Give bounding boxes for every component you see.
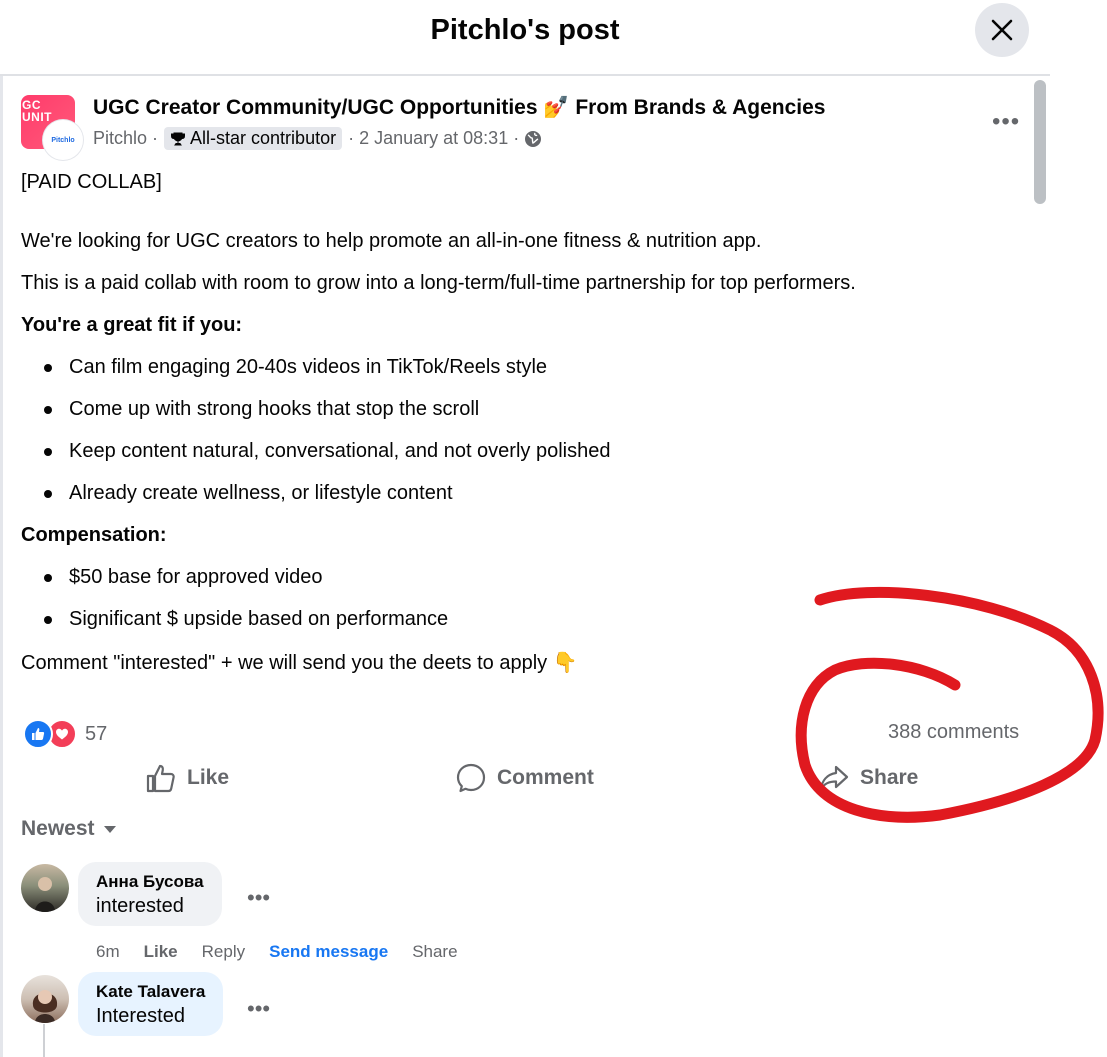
post-line: Comment "interested" + we will send you … [21, 652, 578, 674]
author-avatar[interactable]: Pitchlo [43, 120, 83, 160]
close-icon [991, 19, 1013, 41]
list-item: Already create wellness, or lifestyle co… [69, 482, 453, 504]
list-item: Come up with strong hooks that stop the … [69, 398, 480, 420]
bullet-dot [44, 448, 52, 456]
comment-time[interactable]: 6m [96, 942, 120, 962]
post-subheading: Compensation: [21, 524, 167, 546]
contributor-badge[interactable]: All-star contributor [164, 127, 343, 150]
comment-bubble: Kate Talavera Interested [78, 972, 224, 1036]
list-item: Can film engaging 20-40s videos in TikTo… [69, 356, 548, 378]
comment-sort-dropdown[interactable]: Newest [21, 817, 117, 841]
scrollbar-thumb[interactable] [1034, 80, 1046, 204]
bullet-dot [44, 490, 52, 498]
commenter-name[interactable]: Kate Talavera [96, 982, 205, 1002]
comment-reply-button[interactable]: Reply [202, 942, 245, 962]
comment-actions: 6m Like Reply Send message Share [96, 942, 458, 962]
close-button[interactable] [975, 3, 1029, 57]
dialog-header: Pitchlo's post [0, 0, 1050, 76]
reactions-summary[interactable]: 57 [23, 719, 107, 749]
list-item: Significant $ upside based on performanc… [69, 608, 449, 630]
comment-text: interested [96, 895, 184, 917]
group-name-link[interactable]: UGC Creator Community/UGC Opportunities … [93, 96, 825, 120]
bullet-dot [44, 574, 52, 582]
comment-options-button[interactable]: ••• [247, 885, 270, 911]
comment-options-button[interactable]: ••• [247, 996, 270, 1022]
reaction-count: 57 [85, 722, 108, 745]
comment-share-button[interactable]: Share [412, 942, 457, 962]
post-line: [PAID COLLAB] [21, 171, 162, 193]
comments-count-link[interactable]: 388 comments [888, 721, 1019, 744]
share-button[interactable]: Share [818, 760, 918, 796]
comment-bubble: Анна Бусова interested [78, 862, 222, 926]
caret-down-icon [103, 826, 116, 833]
comment-icon [456, 763, 486, 793]
avatar[interactable] [21, 864, 69, 912]
author-name[interactable]: Pitchlo [93, 128, 147, 149]
list-item: $50 base for approved video [69, 566, 323, 588]
trophy-icon [171, 132, 186, 145]
globe-icon [525, 130, 542, 147]
page-title: Pitchlo's post [430, 14, 620, 46]
comment-text: Interested [96, 1005, 185, 1027]
like-reaction-icon [23, 719, 53, 749]
list-item: Keep content natural, conversational, an… [69, 440, 611, 462]
send-message-link[interactable]: Send message [269, 942, 388, 962]
bullet-dot [44, 406, 52, 414]
modal-edge [0, 0, 3, 1057]
share-icon [819, 765, 849, 791]
bullet-dot [44, 364, 52, 372]
comment-like-button[interactable]: Like [144, 942, 178, 962]
post-line: We're looking for UGC creators to help p… [21, 230, 762, 252]
post-subheading: You're a great fit if you: [21, 314, 243, 336]
thread-line [43, 1024, 45, 1057]
thumbs-up-icon [146, 764, 175, 793]
modal-right-gutter [1050, 0, 1107, 1057]
post-line: This is a paid collab with room to grow … [21, 272, 856, 294]
post-options-button[interactable]: ••• [992, 108, 1020, 136]
post-meta: Pitchlo · All-star contributor · 2 Janua… [93, 127, 542, 150]
avatar[interactable] [21, 975, 69, 1023]
comment-button[interactable]: Comment [455, 760, 594, 796]
bullet-dot [44, 616, 52, 624]
post-timestamp[interactable]: 2 January at 08:31 [359, 128, 508, 149]
commenter-name[interactable]: Анна Бусова [96, 872, 204, 892]
like-button[interactable]: Like [145, 760, 229, 796]
